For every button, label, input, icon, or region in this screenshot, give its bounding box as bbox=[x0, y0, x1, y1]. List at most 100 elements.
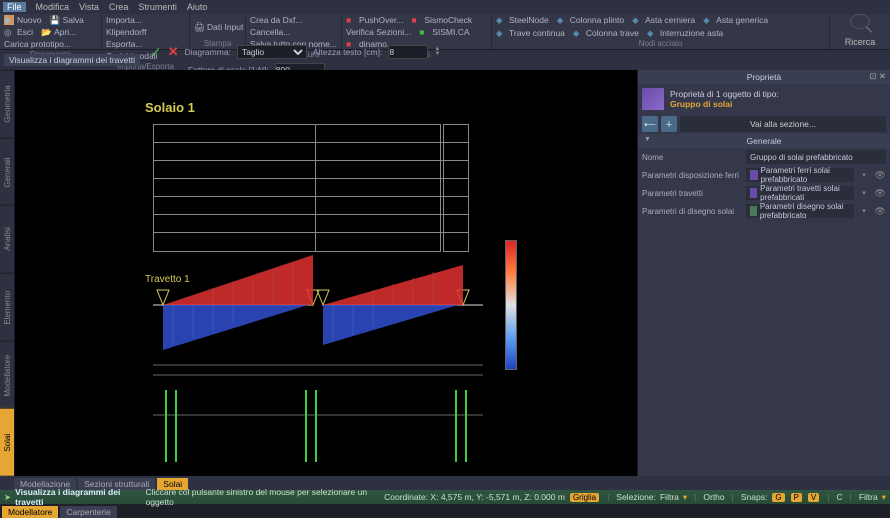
prop-row-travetti: Parametri travetti Parametri travetti so… bbox=[638, 184, 890, 202]
plinto-icon: ◆ bbox=[557, 15, 567, 25]
aux-line bbox=[165, 390, 167, 462]
btn-verifica-sezioni[interactable]: Verifica Sezioni... bbox=[346, 27, 411, 37]
spin-down-icon[interactable]: ▼ bbox=[434, 52, 440, 57]
altezza-input[interactable] bbox=[388, 45, 428, 59]
menu-file[interactable]: File bbox=[3, 2, 26, 12]
cancel-icon[interactable]: ✕ bbox=[168, 44, 179, 60]
canvas-viewport[interactable]: Solaio 1 Travetto 1 bbox=[15, 70, 637, 476]
btn-apri[interactable]: 📂Apri... bbox=[41, 27, 76, 37]
diagramma-label: Diagramma: bbox=[185, 47, 231, 57]
btn-steelnode[interactable]: ◆SteelNode bbox=[496, 15, 549, 26]
sismocheck-icon: ■ bbox=[411, 15, 421, 25]
new-icon: ◆ bbox=[4, 15, 14, 25]
filtra-btn2[interactable]: Filtra bbox=[859, 492, 878, 502]
btn-asta-generica[interactable]: ◆Asta generica bbox=[703, 15, 768, 26]
btn-pushover[interactable]: ■PushOver... bbox=[346, 15, 403, 25]
prop-value-nome[interactable]: Gruppo di solai prefabbricato bbox=[746, 150, 886, 164]
vtab-geometria[interactable]: Geometria bbox=[0, 70, 14, 138]
panel-pin-icon[interactable]: ⊡ ✕ bbox=[869, 71, 886, 82]
view-icon[interactable]: 👁 bbox=[874, 206, 886, 217]
prop-row-ferri: Parametri disposizione ferri Parametri f… bbox=[638, 166, 890, 184]
btn-importa[interactable]: Importa... bbox=[106, 15, 142, 25]
aux-line bbox=[305, 390, 307, 462]
aux-line bbox=[455, 390, 457, 462]
statusbar: ➤ Visualizza i diagrammi dei travetti Cl… bbox=[0, 490, 890, 504]
main: Geometria Generali Analisi Elemento Mode… bbox=[0, 70, 890, 476]
btn-sismica[interactable]: ■SISMI.CA bbox=[419, 27, 469, 37]
snap-c[interactable]: C bbox=[836, 492, 842, 502]
ribbon: ◆Nuovo 💾Salva ◎Esci 📂Apri... Carica prot… bbox=[0, 14, 890, 50]
menubar: File Modifica Vista Crea Strumenti Aiuto bbox=[0, 0, 890, 14]
view-icon[interactable]: 👁 bbox=[874, 170, 886, 181]
snap-g[interactable]: G bbox=[772, 493, 784, 502]
ribbon-search[interactable]: Ricerca bbox=[830, 14, 890, 49]
btn-colonna-plinto[interactable]: ◆Colonna plinto bbox=[557, 15, 624, 26]
btn-salva[interactable]: 💾Salva bbox=[50, 15, 84, 25]
btn-crea-dxf[interactable]: Crea da Dxf... bbox=[250, 15, 302, 25]
confirm-icon[interactable]: ✓ bbox=[150, 44, 162, 61]
filtra-btn[interactable]: Filtra bbox=[660, 492, 679, 502]
altezza-label: Altezza testo [cm]: bbox=[313, 47, 382, 57]
btn-nuovo[interactable]: ◆Nuovo bbox=[4, 15, 42, 25]
btn-sismocheck[interactable]: ■SismoCheck bbox=[411, 15, 472, 25]
interruz-icon: ◆ bbox=[647, 28, 657, 38]
go-section-button[interactable]: Vai alla sezione... bbox=[680, 116, 886, 132]
btn-colonna-trave[interactable]: ◆Colonna trave bbox=[573, 28, 639, 39]
btn-dati-input[interactable]: 🖨Dati Input bbox=[194, 15, 243, 38]
save-icon: 💾 bbox=[50, 15, 60, 25]
snap-p[interactable]: P bbox=[791, 493, 802, 502]
coltrave-icon: ◆ bbox=[573, 28, 583, 38]
vistab-diagrammi[interactable]: Visualizza i diagrammi dei travetti bbox=[4, 54, 140, 66]
btn-klipendorff[interactable]: Klipendorff bbox=[106, 27, 146, 37]
btn-asta-cerniera[interactable]: ◆Asta cerniera bbox=[632, 15, 695, 26]
trave-icon: ◆ bbox=[496, 28, 506, 38]
nav-add-icon[interactable]: ＋ bbox=[661, 116, 677, 132]
btn-trave-continua[interactable]: ◆Trave continua bbox=[496, 28, 565, 39]
status-prompt-title: Visualizza i diagrammi dei travetti bbox=[15, 487, 141, 507]
vtab-generali[interactable]: Generali bbox=[0, 138, 14, 206]
sismica-icon: ■ bbox=[419, 27, 429, 37]
footer-tab-carpenterie[interactable]: Carpenterie bbox=[60, 506, 116, 518]
filter-icon[interactable]: ▾ bbox=[882, 492, 886, 503]
dropdown-icon[interactable]: ▾ bbox=[858, 171, 870, 179]
vtab-analisi[interactable]: Analisi bbox=[0, 205, 14, 273]
status-prompt-msg: Cliccare col pulsante sinistro del mouse… bbox=[146, 487, 381, 507]
status-coords: Coordinate: X: 4,575 m, Y: -5,571 m, Z: … bbox=[384, 492, 565, 502]
prop-label: Nome bbox=[642, 153, 742, 162]
ribbon-group-nodi: Nodi acciaio bbox=[496, 38, 825, 48]
vtab-solai[interactable]: Solai bbox=[0, 408, 14, 476]
btn-cancella[interactable]: Cancella... bbox=[250, 27, 290, 37]
btn-esci[interactable]: ◎Esci bbox=[4, 27, 33, 37]
vtab-modellatore[interactable]: Modellatore bbox=[0, 341, 14, 409]
dropdown-icon[interactable]: ▾ bbox=[858, 189, 870, 197]
diagramma-select[interactable]: Taglio bbox=[237, 45, 307, 59]
section-generale[interactable]: Generale bbox=[638, 134, 890, 148]
btn-esporta[interactable]: Esporta... bbox=[106, 39, 142, 49]
menu-vista[interactable]: Vista bbox=[79, 2, 99, 12]
menu-crea[interactable]: Crea bbox=[109, 2, 129, 12]
btn-carica-prototipo[interactable]: Carica prototipo... bbox=[4, 39, 71, 49]
btn-interruzione-asta[interactable]: ◆Interruzione asta bbox=[647, 28, 723, 39]
aux-line bbox=[175, 390, 177, 462]
selezione-label: Selezione: bbox=[616, 492, 656, 502]
search-icon[interactable] bbox=[850, 14, 870, 29]
view-icon[interactable]: 👁 bbox=[874, 188, 886, 199]
menu-strumenti[interactable]: Strumenti bbox=[138, 2, 177, 12]
canvas-title: Solaio 1 bbox=[145, 100, 195, 115]
prop-value-disegno[interactable]: Parametri disegno solai prefabbricato bbox=[746, 204, 854, 218]
ferri-icon bbox=[750, 170, 758, 180]
snap-v[interactable]: V bbox=[808, 493, 819, 502]
ortho-toggle[interactable]: Ortho bbox=[703, 492, 724, 502]
prop-row-disegno: Parametri di disegno solai Parametri dis… bbox=[638, 202, 890, 220]
nav-back-icon[interactable]: ⟵ bbox=[642, 116, 658, 132]
dropdown-icon[interactable]: ▾ bbox=[858, 207, 870, 215]
filter-icon[interactable]: ▾ bbox=[683, 492, 687, 503]
menu-modifica[interactable]: Modifica bbox=[36, 2, 70, 12]
open-icon: 📂 bbox=[41, 27, 51, 37]
prop-value-travetti[interactable]: Parametri travetti solai prefabbricati bbox=[746, 186, 854, 200]
menu-aiuto[interactable]: Aiuto bbox=[187, 2, 208, 12]
griglia-toggle[interactable]: Griglia bbox=[570, 493, 599, 502]
vtab-elemento[interactable]: Elemento bbox=[0, 273, 14, 341]
footer-tab-modellatore[interactable]: Modellatore bbox=[2, 506, 58, 518]
prop-value-ferri[interactable]: Parametri ferri solai prefabbricato bbox=[746, 168, 854, 182]
